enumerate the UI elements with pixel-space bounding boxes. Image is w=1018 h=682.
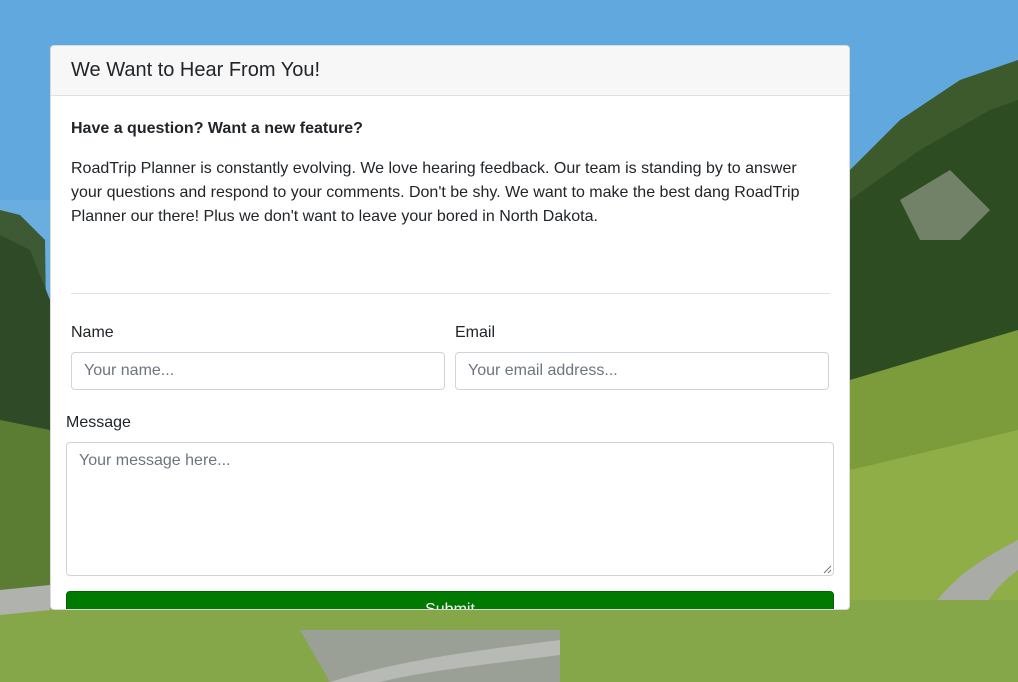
divider bbox=[71, 293, 830, 294]
name-placeholder: Your name... bbox=[84, 362, 175, 379]
feedback-card: We Want to Hear From You! Have a questio… bbox=[50, 45, 850, 610]
name-input[interactable]: Your name... bbox=[71, 352, 445, 390]
email-input[interactable]: Your email address... bbox=[455, 352, 829, 390]
message-label: Message bbox=[66, 414, 131, 431]
email-placeholder: Your email address... bbox=[468, 362, 618, 379]
resize-handle-icon[interactable] bbox=[822, 564, 832, 574]
name-label: Name bbox=[71, 324, 114, 341]
submit-button[interactable]: Submit bbox=[66, 591, 834, 609]
intro-text: RoadTrip Planner is constantly evolving.… bbox=[71, 160, 800, 225]
question-heading: Have a question? Want a new feature? bbox=[71, 120, 363, 137]
message-placeholder: Your message here... bbox=[79, 452, 231, 469]
page-title: We Want to Hear From You! bbox=[71, 59, 320, 81]
message-textarea[interactable]: Your message here... bbox=[66, 442, 834, 576]
card-header: We Want to Hear From You! bbox=[51, 46, 849, 96]
email-label: Email bbox=[455, 324, 496, 341]
